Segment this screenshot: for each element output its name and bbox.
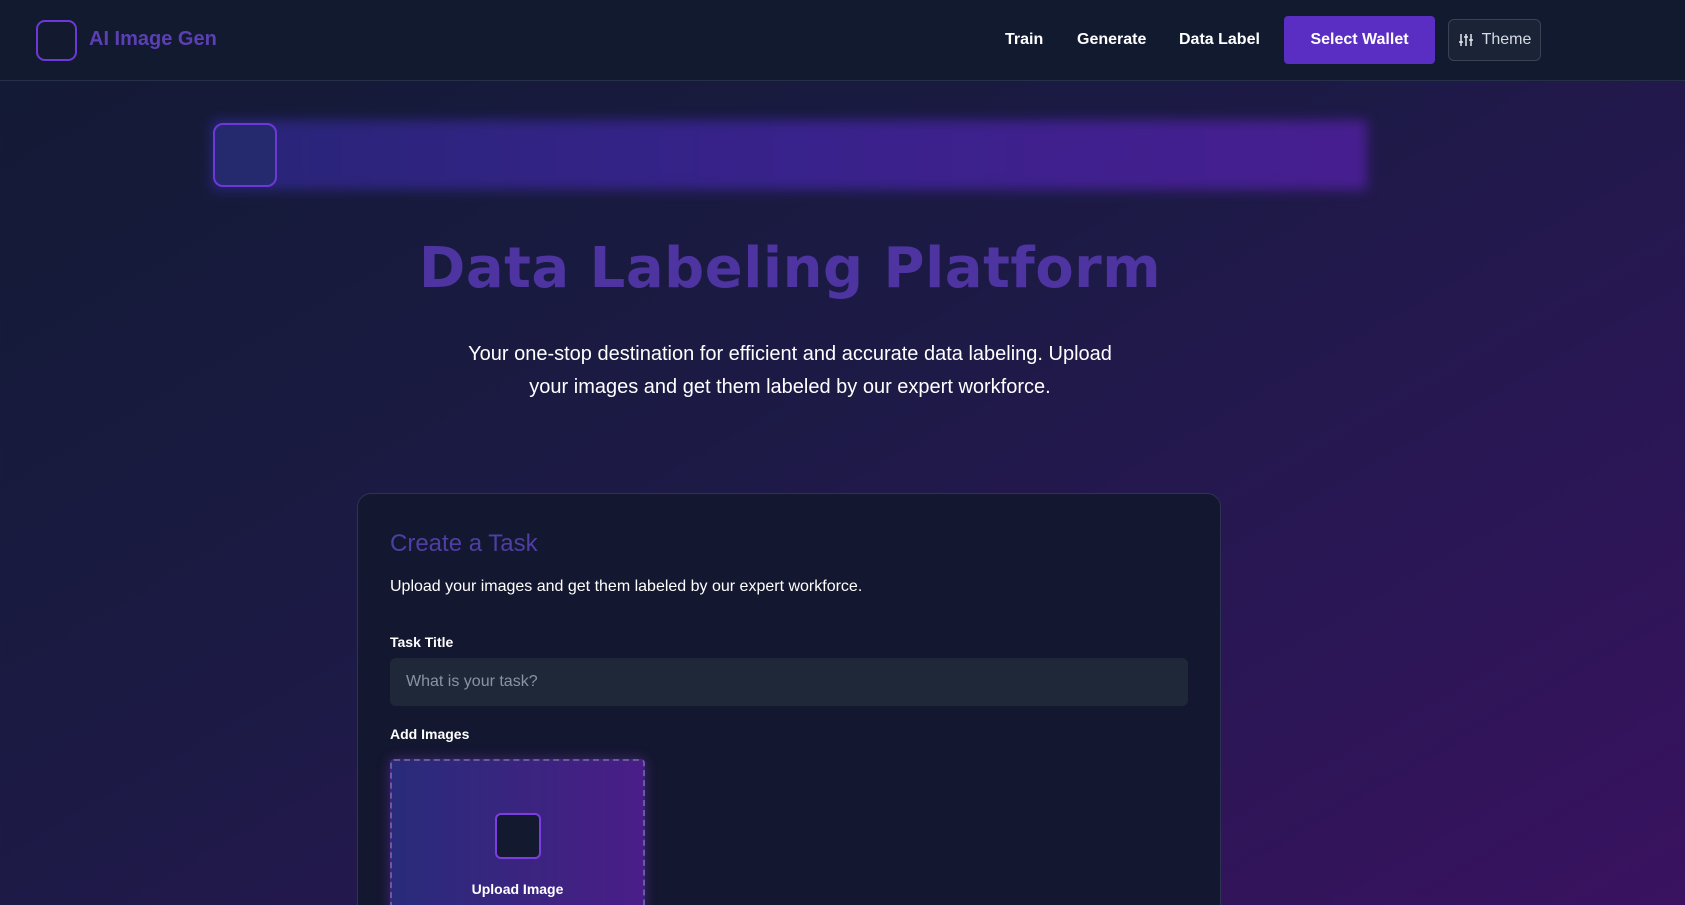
task-title-input[interactable] — [390, 658, 1188, 706]
brand-name[interactable]: AI Image Gen — [89, 28, 217, 51]
page-subtitle: Your one-stop destination for efficient … — [468, 343, 1112, 398]
top-navbar: AI Image Gen Train Generate Data Label S… — [0, 0, 1685, 81]
theme-label: Theme — [1481, 31, 1532, 48]
upload-image-dropzone[interactable]: Upload Image — [390, 759, 645, 905]
nav-train[interactable]: Train — [1005, 31, 1043, 49]
select-wallet-button[interactable]: Select Wallet — [1284, 16, 1435, 64]
task-title-label: Task Title — [390, 634, 454, 650]
card-description: Upload your images and get them labeled … — [390, 578, 863, 595]
card-title: Create a Task — [390, 530, 538, 557]
nav-generate[interactable]: Generate — [1077, 31, 1146, 49]
hero-banner — [212, 120, 1367, 190]
logo-icon[interactable] — [36, 20, 77, 61]
theme-button[interactable]: Theme — [1448, 19, 1541, 61]
nav-data-label[interactable]: Data Label — [1179, 31, 1260, 49]
banner-image-icon — [213, 123, 277, 187]
upload-image-label: Upload Image — [471, 881, 564, 897]
upload-icon — [495, 813, 541, 859]
create-task-card: Create a Task Upload your images and get… — [357, 493, 1221, 905]
add-images-label: Add Images — [390, 726, 470, 742]
page-title: Data Labeling Platform — [418, 236, 1162, 301]
sliders-icon — [1458, 34, 1473, 46]
